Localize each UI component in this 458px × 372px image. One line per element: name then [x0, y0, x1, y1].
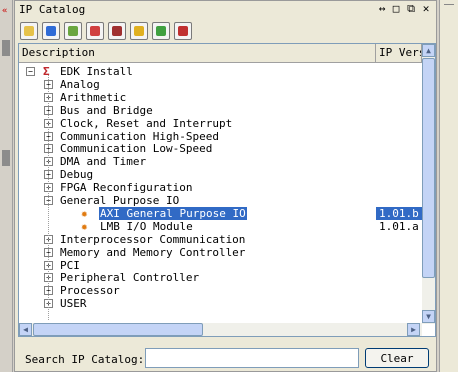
search-input[interactable]	[145, 348, 359, 368]
tree-item-label: EDK Install	[60, 65, 133, 78]
maximize-panel-icon[interactable]: □	[390, 2, 402, 16]
tree-item-label: AXI General Purpose IO	[99, 206, 247, 220]
search-label: Search IP Catalog:	[25, 353, 145, 366]
record-button[interactable]	[108, 22, 126, 40]
tree-item-label: Bus and Bridge	[60, 103, 153, 117]
library-button[interactable]	[174, 22, 192, 40]
tree-root-edk-install[interactable]: − Σ EDK Install	[19, 65, 422, 78]
right-dock-strip	[439, 0, 458, 372]
scroll-right-button[interactable]: ▶	[407, 323, 420, 336]
left-dock-strip: «	[0, 0, 13, 372]
tree-category[interactable]: + Peripheral Controller	[19, 271, 422, 284]
config-button[interactable]	[64, 22, 82, 40]
tree-category[interactable]: + Communication High-Speed	[19, 130, 422, 143]
left-strip-marker	[2, 40, 10, 56]
tree-category[interactable]: + Communication Low-Speed	[19, 142, 422, 155]
tree-item-label: Clock, Reset and Interrupt	[60, 116, 233, 130]
tree-category[interactable]: + DMA and Timer	[19, 155, 422, 168]
tree-category[interactable]: + Clock, Reset and Interrupt	[19, 117, 422, 130]
collapse-icon[interactable]: −	[26, 67, 35, 76]
tree-item-label: DMA and Timer	[60, 155, 147, 169]
tree-item-label: Interprocessor Communication	[60, 232, 246, 246]
view-button[interactable]	[86, 22, 104, 40]
tree-item-label: Processor	[60, 284, 120, 298]
tree-item-label: Debug	[60, 168, 94, 182]
right-strip-edge	[444, 4, 454, 15]
scroll-up-button[interactable]: ▲	[422, 44, 435, 57]
tree-category[interactable]: + Bus and Bridge	[19, 104, 422, 117]
close-panel-icon[interactable]: ✕	[420, 2, 432, 16]
lock-button[interactable]	[130, 22, 148, 40]
tree-item-label: Communication High-Speed	[60, 129, 219, 143]
catalog-toolbar	[15, 19, 436, 43]
tree-ip-item[interactable]: ✹ LMB I/O Module 1.01.a	[19, 220, 422, 233]
ip-catalog-panel: IP Catalog ↔ □ ⧉ ✕ Description IP Versi …	[14, 0, 437, 372]
config-icon	[68, 26, 78, 36]
tree-category[interactable]: + USER	[19, 297, 422, 310]
panel-title: IP Catalog	[19, 3, 86, 16]
tree-category[interactable]: + Interprocessor Communication	[19, 233, 422, 246]
ip-version: 1.01.a	[379, 219, 419, 233]
add-ip-icon	[46, 26, 56, 36]
tree-category[interactable]: + Memory and Memory Controller	[19, 246, 422, 259]
tree-item-label: Memory and Memory Controller	[60, 245, 246, 259]
new-ip-icon	[24, 26, 34, 36]
add-ip-button[interactable]	[42, 22, 60, 40]
tree-item-label: Communication Low-Speed	[60, 142, 213, 156]
restore-panel-icon[interactable]: ⧉	[405, 2, 417, 16]
tree-item-label: General Purpose IO	[60, 194, 180, 207]
ip-catalog-tree[interactable]: Description IP Versi −ΣEDK Install+Analo…	[18, 43, 436, 337]
scroll-left-button[interactable]: ◀	[19, 323, 32, 336]
record-icon	[112, 26, 122, 36]
ip-version: 1.01.b	[376, 206, 422, 220]
left-strip-marker	[2, 150, 10, 166]
ip-core-icon: ✹	[81, 206, 88, 220]
view-icon	[90, 26, 100, 36]
tree-item-label: Analog	[60, 77, 100, 91]
horizontal-scroll-thumb[interactable]	[33, 323, 203, 336]
tree-rows: − Σ EDK Install + Analog + Arithmetic + Bus and …	[19, 44, 422, 323]
tree-category[interactable]: − General Purpose IO	[19, 194, 422, 207]
tree-category[interactable]: + FPGA Reconfiguration	[19, 181, 422, 194]
tree-item-label: LMB I/O Module	[100, 219, 193, 233]
tree-category[interactable]: + Debug	[19, 168, 422, 181]
tree-category[interactable]: + Processor	[19, 284, 422, 297]
library-icon	[178, 26, 188, 36]
tree-item-label: USER	[60, 297, 87, 311]
tree-guide-line	[48, 75, 49, 321]
tree-category-partial	[19, 310, 422, 314]
lock-icon	[134, 26, 144, 36]
panel-titlebar: IP Catalog ↔ □ ⧉ ✕	[15, 1, 436, 18]
tree-item-label: Peripheral Controller	[60, 271, 200, 285]
tree-item-label: PCI	[60, 258, 80, 272]
ip-core-icon: ✹	[81, 219, 88, 233]
vertical-scrollbar[interactable]: ▲ ▼	[422, 44, 435, 324]
float-panel-icon[interactable]: ↔	[376, 2, 388, 16]
tree-item-label: Arithmetic	[60, 90, 127, 104]
tree-category[interactable]: + PCI	[19, 259, 422, 272]
scroll-down-button[interactable]: ▼	[422, 310, 435, 323]
clear-button[interactable]: Clear	[365, 348, 429, 368]
settings-button[interactable]	[152, 22, 170, 40]
tree-category[interactable]: + Analog	[19, 78, 422, 91]
settings-icon	[156, 26, 166, 36]
tree-ip-item[interactable]: ✹ AXI General Purpose IO 1.01.b	[19, 206, 422, 220]
tree-item-label: FPGA Reconfiguration	[60, 181, 193, 195]
new-ip-button[interactable]	[20, 22, 38, 40]
tree-category[interactable]: + Arithmetic	[19, 91, 422, 104]
vertical-scroll-thumb[interactable]	[422, 58, 435, 278]
horizontal-scrollbar[interactable]: ◀ ▶	[19, 323, 422, 336]
left-strip-icon: «	[2, 6, 8, 16]
